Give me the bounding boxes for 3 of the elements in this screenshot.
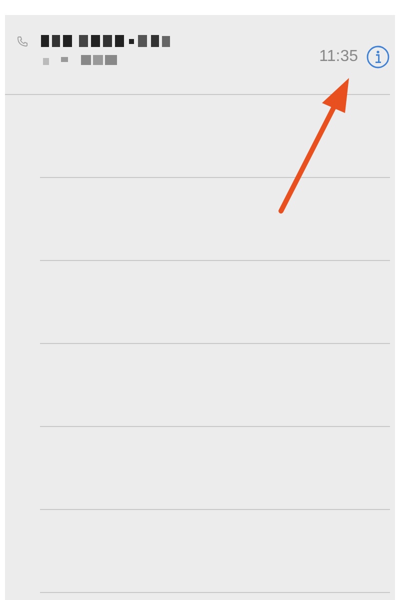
info-icon[interactable] — [366, 45, 390, 69]
phone-icon — [17, 36, 28, 47]
call-time: 11:35 — [319, 48, 358, 66]
